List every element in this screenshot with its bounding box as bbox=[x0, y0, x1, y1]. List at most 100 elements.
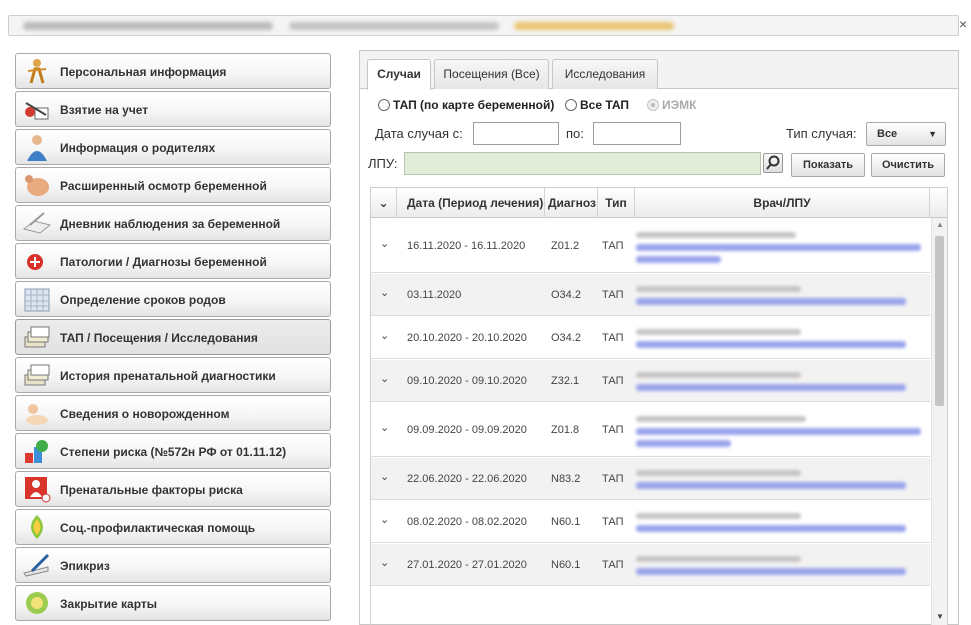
sidebar-item-label: Степени риска (№572н РФ от 01.11.12) bbox=[60, 445, 287, 459]
cell-type: ТАП bbox=[602, 332, 624, 344]
lpu-link-redacted[interactable] bbox=[636, 341, 906, 348]
sidebar-item-due-date[interactable]: Определение сроков родов bbox=[15, 281, 331, 317]
clear-button[interactable]: Очистить bbox=[871, 153, 945, 177]
lpu-link-redacted[interactable] bbox=[636, 244, 921, 251]
tab-visits-all[interactable]: Посещения (Все) bbox=[434, 59, 549, 89]
lpu-link-redacted[interactable] bbox=[636, 384, 906, 391]
sidebar-item-parents[interactable]: Информация о родителях bbox=[15, 129, 331, 165]
scroll-up-icon[interactable]: ▲ bbox=[936, 220, 944, 229]
table-row[interactable]: ⌄ 09.09.2020 - 09.09.2020 Z01.8 ТАП bbox=[371, 403, 930, 457]
tab-cases[interactable]: Случаи bbox=[367, 59, 431, 90]
close-icon[interactable]: × bbox=[959, 16, 971, 32]
doctor-name-redacted bbox=[636, 556, 801, 562]
calendar-icon bbox=[24, 288, 50, 312]
tab-research[interactable]: Исследования bbox=[552, 59, 658, 89]
column-header-diagnosis[interactable]: Диагноз bbox=[545, 188, 598, 218]
column-header-doctor[interactable]: Врач/ЛПУ bbox=[635, 188, 930, 218]
cell-diagnosis: Z32.1 bbox=[551, 375, 580, 387]
sidebar-item-prenatal-history[interactable]: История пренатальной диагностики bbox=[15, 357, 331, 393]
cell-period: 09.09.2020 - 09.09.2020 bbox=[407, 424, 527, 436]
search-icon[interactable] bbox=[763, 153, 783, 173]
parents-icon bbox=[27, 135, 47, 161]
row-expand-chevron-icon[interactable]: ⌄ bbox=[380, 470, 389, 483]
sidebar-item-personal-info[interactable]: Персональная информация bbox=[15, 53, 331, 89]
sidebar-item-newborn[interactable]: Сведения о новорожденном bbox=[15, 395, 331, 431]
newborn-icon bbox=[26, 404, 48, 425]
date-from-label: Дата случая с: bbox=[375, 126, 463, 141]
sidebar-item-label: Определение сроков родов bbox=[60, 293, 226, 307]
diary-icon bbox=[22, 212, 52, 234]
cell-period: 09.10.2020 - 09.10.2020 bbox=[407, 375, 527, 387]
lpu-link-redacted[interactable] bbox=[636, 440, 731, 447]
lpu-link-redacted[interactable] bbox=[636, 525, 906, 532]
lpu-link-redacted[interactable] bbox=[636, 428, 921, 435]
cell-type: ТАП bbox=[602, 424, 624, 436]
cell-period: 27.01.2020 - 27.01.2020 bbox=[407, 559, 527, 571]
patient-title-field bbox=[8, 15, 959, 36]
row-expand-chevron-icon[interactable]: ⌄ bbox=[380, 556, 389, 569]
sidebar-item-label: Патологии / Диагнозы беременной bbox=[60, 255, 267, 269]
show-button[interactable]: Показать bbox=[791, 153, 865, 177]
scroll-down-icon[interactable]: ▼ bbox=[936, 612, 944, 621]
magnifier-glyph bbox=[766, 155, 780, 170]
cell-diagnosis: O34.2 bbox=[551, 332, 581, 344]
case-type-select[interactable]: Все ▼ bbox=[866, 122, 946, 146]
table-row[interactable]: ⌄ 20.10.2020 - 20.10.2020 O34.2 ТАП bbox=[371, 317, 930, 359]
table-row[interactable]: ⌄ 27.01.2020 - 27.01.2020 N60.1 ТАП bbox=[371, 544, 930, 586]
sidebar-item-registration[interactable]: Взятие на учет bbox=[15, 91, 331, 127]
close-card-icon bbox=[26, 592, 48, 614]
column-header-type[interactable]: Тип bbox=[598, 188, 635, 218]
table-row[interactable]: ⌄ 16.11.2020 - 16.11.2020 Z01.2 ТАП bbox=[371, 219, 930, 273]
lpu-link-redacted[interactable] bbox=[636, 256, 721, 263]
sidebar-item-risk-degrees[interactable]: Степени риска (№572н РФ от 01.11.12) bbox=[15, 433, 331, 469]
table-row[interactable]: ⌄ 08.02.2020 - 08.02.2020 N60.1 ТАП bbox=[371, 501, 930, 543]
column-header-period[interactable]: Дата (Период лечения) bbox=[397, 188, 545, 218]
radio-iemk[interactable]: ИЭМК bbox=[647, 98, 696, 112]
date-to-label: по: bbox=[566, 126, 584, 141]
row-expand-chevron-icon[interactable]: ⌄ bbox=[380, 421, 389, 434]
radio-tap-by-card[interactable]: ТАП (по карте беременной) bbox=[378, 98, 554, 112]
sidebar-item-diary[interactable]: Дневник наблюдения за беременной bbox=[15, 205, 331, 241]
table-row[interactable]: ⌄ 09.10.2020 - 09.10.2020 Z32.1 ТАП bbox=[371, 360, 930, 402]
lpu-link-redacted[interactable] bbox=[636, 568, 906, 575]
table-row[interactable]: ⌄ 22.06.2020 - 22.06.2020 N83.2 ТАП bbox=[371, 458, 930, 500]
sidebar-item-extended-exam[interactable]: Расширенный осмотр беременной bbox=[15, 167, 331, 203]
sidebar-item-label: Дневник наблюдения за беременной bbox=[60, 217, 281, 231]
date-from-input[interactable] bbox=[473, 122, 559, 145]
cases-table: ⌄ Дата (Период лечения) Диагноз Тип Врач… bbox=[370, 187, 948, 625]
cell-diagnosis: Z01.2 bbox=[551, 240, 580, 252]
lpu-input[interactable] bbox=[404, 152, 761, 175]
lpu-link-redacted[interactable] bbox=[636, 298, 906, 305]
row-expand-chevron-icon[interactable]: ⌄ bbox=[380, 286, 389, 299]
sidebar-item-prenatal-risk-factors[interactable]: Пренатальные факторы риска bbox=[15, 471, 331, 507]
radio-circle bbox=[565, 99, 577, 111]
radio-all-tap[interactable]: Все ТАП bbox=[565, 98, 629, 112]
radio-label: Все ТАП bbox=[580, 98, 630, 112]
date-to-input[interactable] bbox=[593, 122, 681, 145]
row-expand-chevron-icon[interactable]: ⌄ bbox=[380, 372, 389, 385]
scrollbar-thumb[interactable] bbox=[935, 236, 944, 406]
lpu-link-redacted[interactable] bbox=[636, 482, 906, 489]
row-expand-chevron-icon[interactable]: ⌄ bbox=[380, 237, 389, 250]
sidebar-item-social-help[interactable]: Соц.-профилактическая помощь bbox=[15, 509, 331, 545]
row-expand-chevron-icon[interactable]: ⌄ bbox=[380, 513, 389, 526]
sidebar-item-pathologies[interactable]: Патологии / Диагнозы беременной bbox=[15, 243, 331, 279]
person-icon bbox=[27, 59, 47, 84]
sidebar-item-epicrisis[interactable]: Эпикриз bbox=[15, 547, 331, 583]
register-icon bbox=[25, 102, 49, 120]
sidebar-item-tap-visits[interactable]: ТАП / Посещения / Исследования bbox=[15, 319, 331, 355]
cell-diagnosis: Z01.8 bbox=[551, 424, 580, 436]
doctor-name-redacted bbox=[636, 372, 801, 378]
row-expand-chevron-icon[interactable]: ⌄ bbox=[380, 329, 389, 342]
sidebar-item-label: Взятие на учет bbox=[60, 103, 149, 117]
cell-type: ТАП bbox=[602, 473, 624, 485]
files-icon bbox=[24, 326, 50, 348]
sidebar-item-close-card[interactable]: Закрытие карты bbox=[15, 585, 331, 621]
doctor-name-redacted bbox=[636, 232, 796, 238]
table-scrollbar[interactable]: ▲ ▼ bbox=[931, 218, 947, 625]
case-type-value: Все bbox=[877, 128, 898, 140]
radio-circle bbox=[647, 99, 659, 111]
sidebar-item-label: Сведения о новорожденном bbox=[60, 407, 230, 421]
table-row[interactable]: ⌄ 03.11.2020 O34.2 ТАП bbox=[371, 274, 930, 316]
expand-all-chevron-icon[interactable]: ⌄ bbox=[371, 188, 397, 218]
